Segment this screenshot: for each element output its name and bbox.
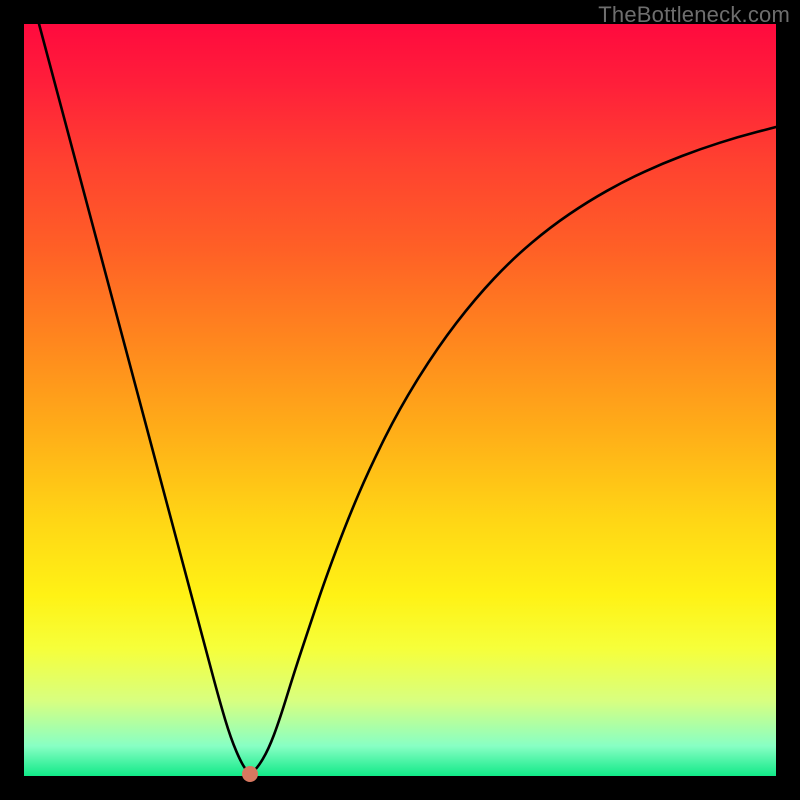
chart-plot-area bbox=[24, 24, 776, 776]
bottleneck-curve bbox=[24, 24, 776, 776]
optimal-point-marker bbox=[242, 766, 258, 782]
